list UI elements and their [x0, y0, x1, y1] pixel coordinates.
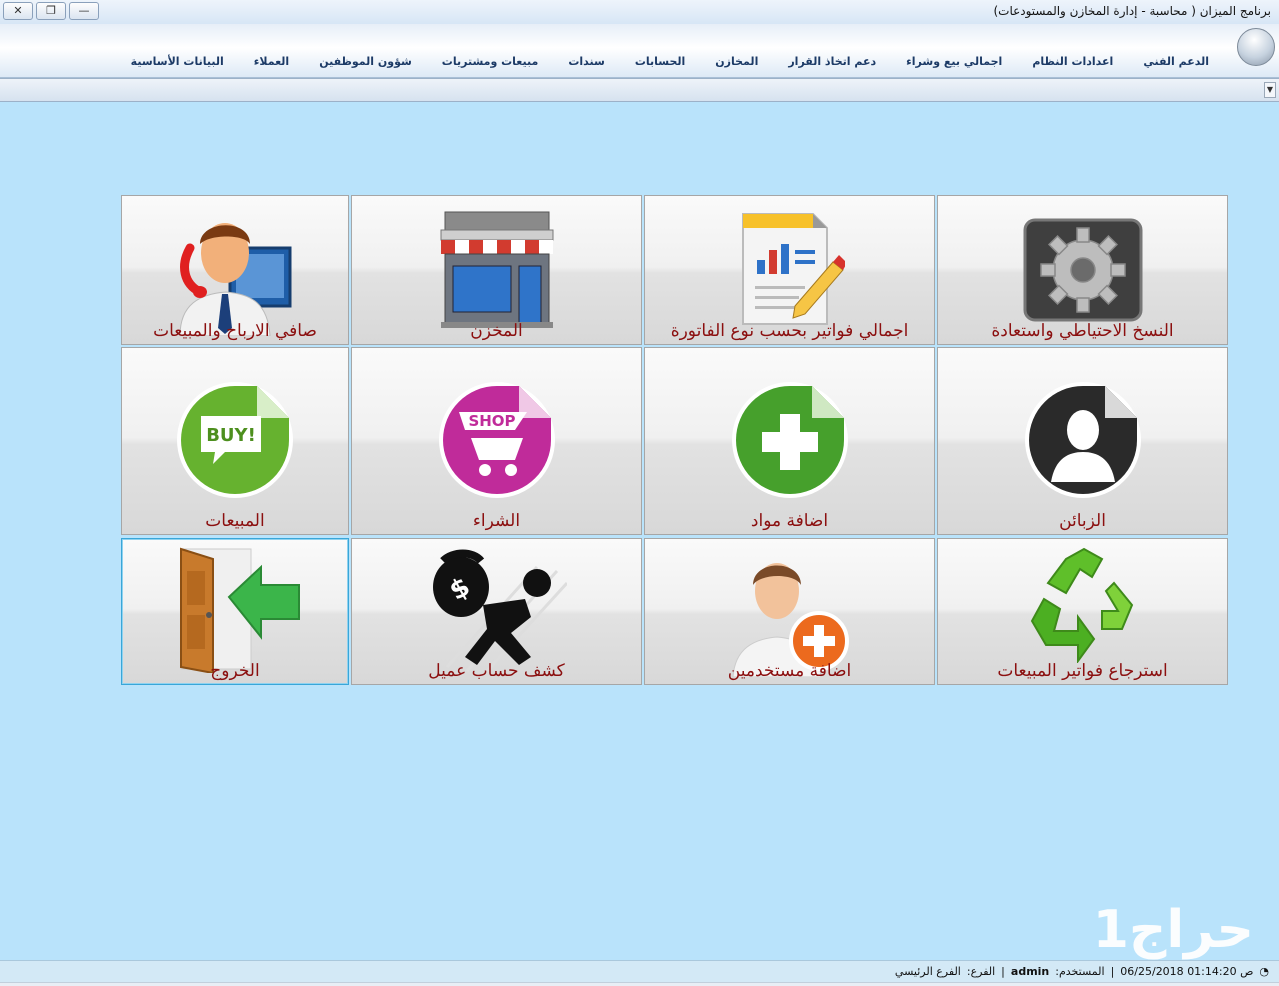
- store-icon: [440, 211, 553, 328]
- title-bar: ✕ ❐ — برنامج الميزان ( محاسبة - إدارة ال…: [0, 0, 1279, 24]
- customer-sticker-icon: [1024, 382, 1141, 498]
- status-branch: الفرع الرئيسي: [894, 965, 961, 978]
- menu-employees[interactable]: شؤون الموظفين: [304, 53, 427, 70]
- menu-decision-support[interactable]: دعم اتخاذ القرار: [773, 53, 891, 70]
- minimize-button[interactable]: —: [69, 2, 99, 20]
- buy-text: BUY!: [206, 425, 256, 446]
- tile-net-profit[interactable]: صافي الارباح والمبيعات: [121, 195, 349, 345]
- tile-store[interactable]: المخزن: [351, 195, 642, 345]
- tile-add-items[interactable]: اضافة مواد: [644, 347, 935, 535]
- recycle-icon: [1030, 547, 1133, 663]
- tile-add-items-label: اضافة مواد: [750, 511, 829, 531]
- status-separator: |: [1110, 965, 1115, 978]
- buy-icon: BUY!: [177, 382, 293, 498]
- tile-add-users-label: اضافة مستخدمين: [727, 661, 852, 681]
- menu-vouchers[interactable]: سندات: [553, 53, 620, 70]
- tile-purchase-label: الشراء: [472, 511, 521, 531]
- thief-money-bag-icon: $: [432, 549, 567, 672]
- tile-sales-return-label: استرجاع فواتير المبيعات: [997, 661, 1168, 681]
- tile-sales[interactable]: BUY! المبيعات: [121, 347, 349, 535]
- support-agent-icon: [179, 223, 292, 336]
- menu-accounts[interactable]: الحسابات: [620, 53, 700, 70]
- add-user-icon: [731, 563, 849, 677]
- status-user-label: المستخدم:: [1055, 965, 1105, 978]
- add-green-icon: [731, 382, 848, 498]
- menu-basic-data[interactable]: البيانات الأساسية: [116, 53, 239, 70]
- main-menu: البيانات الأساسية العملاء شؤون الموظفين …: [116, 53, 1224, 70]
- quick-toolbar: ▼: [0, 78, 1279, 102]
- report-pencil-icon: [741, 213, 845, 325]
- shop-text: SHOP: [468, 412, 515, 430]
- tile-customer-statement-label: كشف حساب عميل: [428, 661, 565, 681]
- tile-invoices-total-label: اجمالي فواتير بحسب نوع الفاتورة: [670, 321, 909, 341]
- status-separator: |: [1001, 965, 1005, 978]
- tile-store-label: المخزن: [470, 321, 523, 341]
- tile-purchase[interactable]: SHOP الشراء: [351, 347, 642, 535]
- menu-totals[interactable]: اجمالي بيع وشراء: [891, 53, 1017, 70]
- exit-door-icon: [180, 547, 300, 673]
- status-datetime: ص 01:14:20 06/25/2018: [1120, 965, 1254, 978]
- chevron-down-icon[interactable]: ▼: [1264, 82, 1276, 98]
- tile-sales-label: المبيعات: [205, 511, 265, 531]
- status-branch-label: الفرع:: [966, 965, 996, 978]
- window-bottom-border: [0, 982, 1279, 986]
- menu-clients[interactable]: العملاء: [239, 53, 304, 70]
- tile-net-profit-label: صافي الارباح والمبيعات: [153, 321, 317, 341]
- status-user: admin: [1010, 965, 1050, 978]
- tile-backup[interactable]: النسخ الاحتياطي واستعادة: [937, 195, 1228, 345]
- tile-customers[interactable]: الزبائن: [937, 347, 1228, 535]
- menu-sales-purchases[interactable]: مبيعات ومشتريات: [427, 53, 554, 70]
- tile-sales-return[interactable]: استرجاع فواتير المبيعات: [937, 538, 1228, 685]
- tile-exit-label: الخروج: [210, 661, 260, 681]
- menu-stores[interactable]: المخازن: [700, 53, 773, 70]
- menu-settings[interactable]: اعدادات النظام: [1017, 53, 1128, 70]
- tile-customer-statement[interactable]: $ كشف حساب عميل: [351, 538, 642, 685]
- clock-icon: ◔: [1259, 965, 1269, 978]
- tile-exit[interactable]: الخروج: [121, 538, 349, 685]
- tile-add-users[interactable]: اضافة مستخدمين: [644, 538, 935, 685]
- tile-backup-label: النسخ الاحتياطي واستعادة: [991, 321, 1174, 341]
- restore-button[interactable]: ❐: [36, 2, 66, 20]
- tile-customers-label: الزبائن: [1059, 511, 1106, 531]
- gear-icon: [1023, 218, 1142, 322]
- tile-invoices-total[interactable]: اجمالي فواتير بحسب نوع الفاتورة: [644, 195, 935, 345]
- main-tile-grid: النسخ الاحتياطي واستعادة اجمالي فواتير ب…: [121, 195, 1228, 685]
- shop-cart-icon: SHOP: [438, 382, 555, 498]
- watermark-logo: حراج1: [1092, 900, 1254, 960]
- status-bar: ◔ ص 01:14:20 06/25/2018 | المستخدم: admi…: [0, 960, 1279, 982]
- menu-support[interactable]: الدعم الفني: [1128, 53, 1224, 70]
- close-button[interactable]: ✕: [3, 2, 33, 20]
- app-orb-button[interactable]: [1237, 28, 1275, 66]
- window-title: برنامج الميزان ( محاسبة - إدارة المخازن …: [993, 4, 1271, 18]
